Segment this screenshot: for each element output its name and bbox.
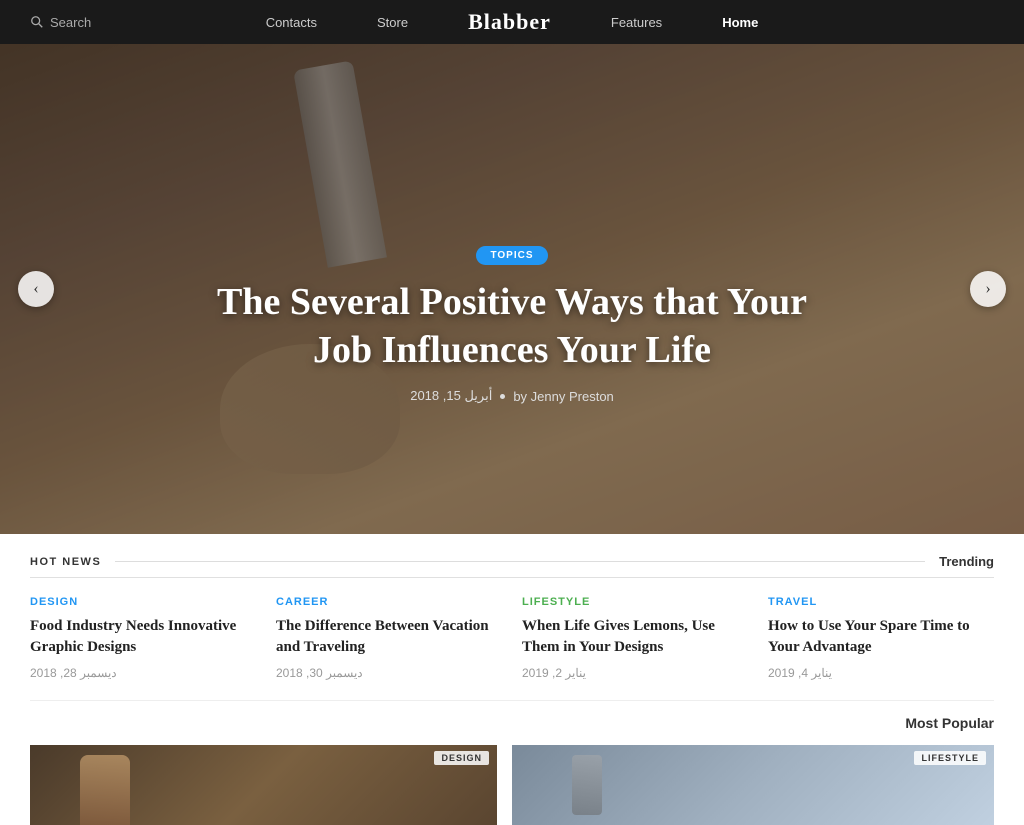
article-title-2: The Difference Between Vacation and Trav…: [276, 616, 502, 658]
hero-content: TOPICS The Several Positive Ways that Yo…: [0, 245, 1024, 404]
search-icon: [30, 15, 44, 29]
nav-features[interactable]: Features: [611, 15, 662, 30]
trending-label: Trending: [939, 554, 994, 569]
hero-meta-separator: [500, 394, 505, 399]
navbar: Search Contacts Store Blabber Features H…: [0, 0, 1024, 44]
article-card-3[interactable]: LIFESTYLE When Life Gives Lemons, Use Th…: [522, 596, 748, 680]
search-label: Search: [50, 15, 91, 30]
article-category-3: LIFESTYLE: [522, 596, 748, 608]
article-category-4: TRAVEL: [768, 596, 994, 608]
article-title-1: Food Industry Needs Innovative Graphic D…: [30, 616, 256, 658]
hot-news-divider: [115, 561, 925, 562]
article-category-1: DESIGN: [30, 596, 256, 608]
hero-date: أبريل 15, 2018: [410, 388, 492, 404]
article-title-4: How to Use Your Spare Time to Your Advan…: [768, 616, 994, 658]
article-date-4: يناير 4, 2019: [768, 666, 994, 680]
nav-home[interactable]: Home: [722, 15, 758, 30]
article-category-2: CAREER: [276, 596, 502, 608]
site-logo[interactable]: Blabber: [468, 9, 551, 35]
most-popular-label: Most Popular: [905, 715, 994, 731]
hero-author: by Jenny Preston: [513, 389, 613, 404]
nav-store[interactable]: Store: [377, 15, 408, 30]
hero-badge: TOPICS: [476, 246, 547, 265]
bottom-image-1[interactable]: DESIGN: [30, 745, 497, 825]
bottom-image-label-1: DESIGN: [434, 751, 489, 765]
nav-links: Contacts Store Blabber Features Home: [266, 9, 759, 35]
bottom-images-row: DESIGN LIFESTYLE: [0, 745, 1024, 825]
hero-title: The Several Positive Ways that Your Job …: [202, 279, 822, 374]
articles-row: DESIGN Food Industry Needs Innovative Gr…: [30, 596, 994, 680]
most-popular-header: Most Popular: [0, 715, 1024, 745]
hot-news-label: HOT NEWS: [30, 556, 101, 568]
section-divider: [30, 700, 994, 701]
article-title-3: When Life Gives Lemons, Use Them in Your…: [522, 616, 748, 658]
hot-news-header: HOT NEWS Trending: [30, 554, 994, 578]
hero-slider: ‹ › TOPICS The Several Positive Ways tha…: [0, 44, 1024, 534]
hero-meta: أبريل 15, 2018 by Jenny Preston: [0, 388, 1024, 404]
bottom-image-label-2: LIFESTYLE: [914, 751, 986, 765]
article-date-2: ديسمبر 30, 2018: [276, 666, 502, 680]
article-card-1[interactable]: DESIGN Food Industry Needs Innovative Gr…: [30, 596, 256, 680]
article-card-2[interactable]: CAREER The Difference Between Vacation a…: [276, 596, 502, 680]
article-date-3: يناير 2, 2019: [522, 666, 748, 680]
nav-contacts[interactable]: Contacts: [266, 15, 317, 30]
bottom-image-2[interactable]: LIFESTYLE: [512, 745, 994, 825]
article-card-4[interactable]: TRAVEL How to Use Your Spare Time to You…: [768, 596, 994, 680]
hot-news-section: HOT NEWS Trending DESIGN Food Industry N…: [0, 534, 1024, 680]
article-date-1: ديسمبر 28, 2018: [30, 666, 256, 680]
search-area[interactable]: Search: [30, 15, 91, 30]
